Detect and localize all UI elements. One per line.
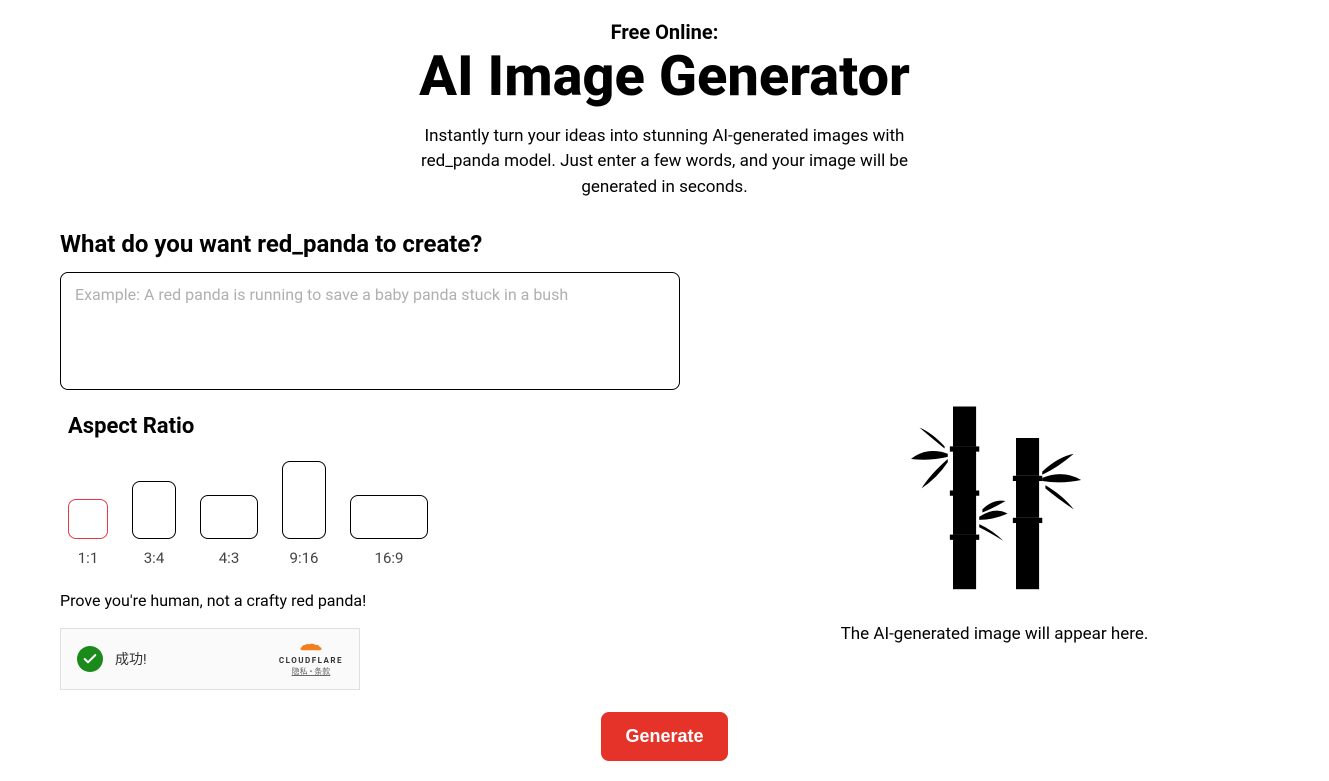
cloudflare-links[interactable]: 隐私 • 条款: [292, 666, 331, 677]
cloudflare-text: CLOUDFLARE: [279, 656, 343, 665]
aspect-option-4-3[interactable]: 4:3: [200, 495, 258, 567]
aspect-ratio-label: Aspect Ratio: [68, 414, 680, 439]
page-title: AI Image Generator: [60, 46, 1269, 108]
aspect-box-icon: [132, 481, 176, 539]
captcha-status: 成功!: [115, 649, 147, 669]
aspect-box-icon: [350, 495, 428, 539]
aspect-option-label: 9:16: [290, 549, 319, 567]
aspect-option-9-16[interactable]: 9:16: [282, 461, 326, 567]
bamboo-icon: [890, 396, 1100, 606]
aspect-box-icon: [200, 495, 258, 539]
aspect-option-3-4[interactable]: 3:4: [132, 481, 176, 567]
aspect-option-label: 1:1: [78, 549, 99, 567]
aspect-option-16-9[interactable]: 16:9: [350, 495, 428, 567]
checkmark-icon: [77, 646, 103, 672]
cloudflare-icon: [296, 641, 326, 655]
header-subtitle: Free Online:: [60, 20, 1269, 44]
aspect-box-icon: [282, 461, 326, 539]
captcha-widget[interactable]: 成功! CLOUDFLARE 隐私 • 条款: [60, 628, 360, 690]
generate-button[interactable]: Generate: [601, 712, 727, 761]
aspect-option-label: 16:9: [375, 549, 404, 567]
aspect-option-1-1[interactable]: 1:1: [68, 499, 108, 567]
header-description: Instantly turn your ideas into stunning …: [400, 124, 930, 201]
aspect-option-label: 4:3: [219, 549, 240, 567]
aspect-box-icon: [68, 499, 108, 539]
prompt-input[interactable]: [60, 272, 680, 390]
cloudflare-brand: CLOUDFLARE 隐私 • 条款: [279, 641, 343, 677]
captcha-label: Prove you're human, not a crafty red pan…: [60, 591, 680, 610]
aspect-option-label: 3:4: [144, 549, 165, 567]
prompt-label: What do you want red_panda to create?: [60, 230, 680, 258]
preview-placeholder-text: The AI-generated image will appear here.: [841, 624, 1149, 644]
aspect-ratio-options: 1:1 3:4 4:3 9:16 16:9: [68, 461, 680, 567]
